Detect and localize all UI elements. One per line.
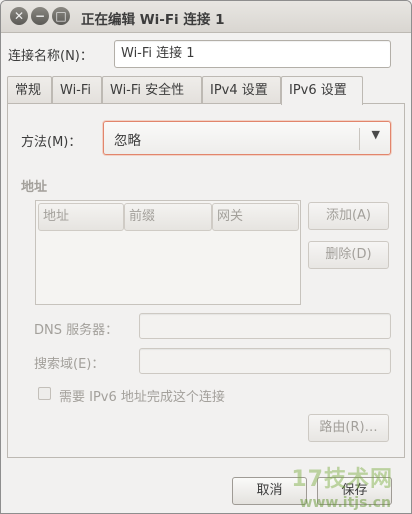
tab-general[interactable]: 常规: [7, 76, 52, 104]
minimize-window-button[interactable]: −: [31, 7, 49, 25]
minimize-icon: −: [34, 9, 46, 23]
addresses-section-title: 地址: [21, 180, 48, 195]
window-title: 正在编辑 Wi-Fi 连接 1: [81, 12, 225, 28]
watermark-url: www.itjs.cn: [299, 495, 391, 511]
tab-wifi-security[interactable]: Wi-Fi 安全性: [102, 76, 202, 104]
watermark-logo: 17技术网: [291, 467, 393, 492]
method-label: 方法(M)：: [21, 135, 82, 150]
tab-ipv4-settings[interactable]: IPv4 设置: [202, 76, 281, 104]
close-window-button[interactable]: ✕: [10, 7, 28, 25]
column-header-prefix: 前缀: [124, 203, 212, 231]
search-domains-label: 搜索域(E)：: [34, 357, 105, 372]
tab-ipv6-settings[interactable]: IPv6 设置: [281, 76, 363, 105]
combo-separator: [359, 128, 360, 150]
search-domains-field[interactable]: [139, 348, 391, 374]
delete-address-button[interactable]: 删除(D): [308, 241, 389, 269]
close-icon: ✕: [13, 9, 25, 23]
connection-name-label: 连接名称(N)：: [8, 49, 93, 64]
dns-servers-label: DNS 服务器：: [34, 323, 119, 338]
column-header-address: 地址: [38, 203, 124, 231]
routes-button[interactable]: 路由(R)…: [308, 414, 389, 442]
column-header-gateway: 网关: [212, 203, 299, 231]
title-bar: ✕ − □ 正在编辑 Wi-Fi 连接 1: [1, 1, 411, 33]
edit-connection-window: ✕ − □ 正在编辑 Wi-Fi 连接 1 连接名称(N)： Wi-Fi 连接 …: [0, 0, 412, 514]
maximize-window-button[interactable]: □: [52, 7, 70, 25]
maximize-icon: □: [55, 9, 67, 23]
method-combo[interactable]: 忽略 ▼: [103, 121, 391, 155]
require-ipv6-checkbox[interactable]: [38, 387, 51, 400]
addresses-table: 地址 前缀 网关: [35, 200, 301, 305]
require-ipv6-label: 需要 IPv6 地址完成这个连接: [59, 390, 225, 405]
add-address-button[interactable]: 添加(A): [308, 202, 389, 230]
dns-servers-field[interactable]: [139, 313, 391, 339]
tab-wifi[interactable]: Wi-Fi: [52, 76, 102, 104]
connection-name-field[interactable]: Wi-Fi 连接 1: [114, 40, 391, 68]
chevron-down-icon: ▼: [371, 128, 380, 141]
method-value: 忽略: [114, 133, 141, 149]
